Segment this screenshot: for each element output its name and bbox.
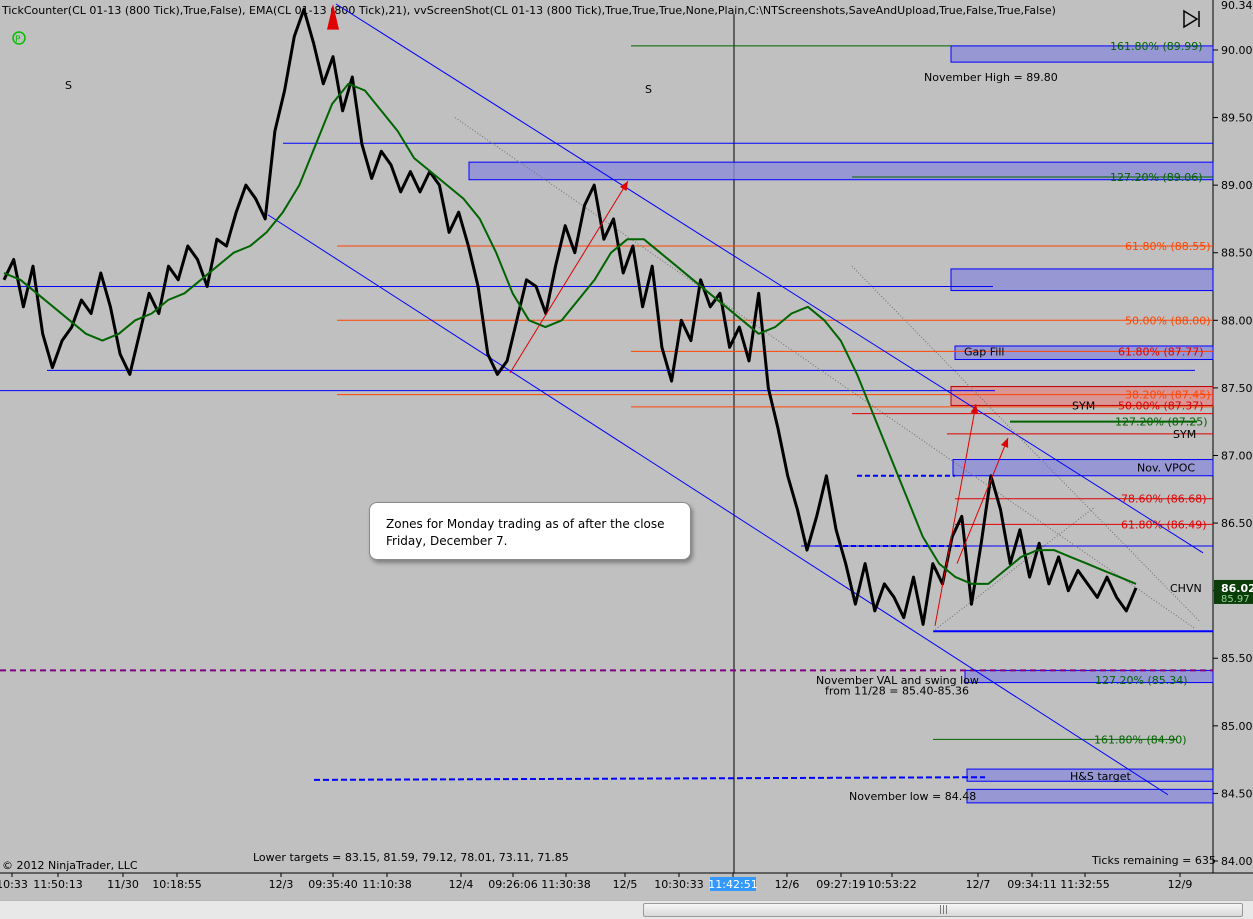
y-tick-label: 88.00 xyxy=(1221,314,1253,327)
x-tick-label: 09:27:19 xyxy=(816,878,865,891)
copyright-text: © 2012 NinjaTrader, LLC xyxy=(2,859,138,872)
x-tick-label: 09:26:06 xyxy=(488,878,537,891)
x-tick-label: 09:35:40 xyxy=(308,878,357,891)
x-tick-label: 10:30:33 xyxy=(654,878,703,891)
x-tick-label: 12/5 xyxy=(613,878,638,891)
fib-label: 61.80% (86.49) xyxy=(1121,518,1207,531)
current-price-alt-label: 85.97 xyxy=(1221,594,1250,605)
x-tick-label: 12/4 xyxy=(449,878,474,891)
x-tick-label: 11:50:13 xyxy=(33,878,82,891)
fib-label: 61.80% (87.77) xyxy=(1118,345,1204,358)
sym-label: SYM xyxy=(1173,428,1196,441)
y-tick-label: 89.00 xyxy=(1221,179,1253,192)
hs-target-label: H&S target xyxy=(1070,770,1131,783)
fib-label: 61.80% (88.55) xyxy=(1125,240,1211,253)
y-tick-label: 88.50 xyxy=(1221,247,1253,260)
y-tick-label: 84.50 xyxy=(1221,787,1253,800)
annotation-s-2: S xyxy=(645,83,652,96)
scrollbar-grip-icon: ||| xyxy=(939,905,949,915)
vpoc-label: Nov. VPOC xyxy=(1137,462,1195,475)
x-tick-label: 12/9 xyxy=(1168,878,1193,891)
x-tick-label: 09:34:11 xyxy=(1007,878,1056,891)
y-tick-label: 87.50 xyxy=(1221,382,1253,395)
scrollbar-thumb[interactable]: ||| xyxy=(643,903,1243,917)
fib-label: 127.20% (89.06) xyxy=(1110,171,1203,184)
fib-label: 127.20% (87.25) xyxy=(1115,416,1208,429)
x-tick-label: 11:32:55 xyxy=(1060,878,1109,891)
status-indicator-letter: P xyxy=(15,35,21,45)
y-tick-label: 90.00 xyxy=(1221,44,1253,57)
y-tick-label: 89.50 xyxy=(1221,112,1253,125)
zone-rect xyxy=(950,268,1214,292)
x-tick-label: 10:33 xyxy=(0,878,28,891)
fib-label: 50.00% (87.37) xyxy=(1118,399,1204,412)
horizontal-scrollbar[interactable]: ||| xyxy=(0,900,1253,919)
x-tick-label: 12/6 xyxy=(775,878,800,891)
fib-label: 161.80% (84.90) xyxy=(1094,733,1187,746)
ticks-remaining-text: Ticks remaining = 635 xyxy=(1091,854,1216,867)
fib-label: 127.20% (85.34) xyxy=(1095,674,1188,687)
y-tick-label: 86.50 xyxy=(1221,517,1253,530)
sym-label: SYM xyxy=(1072,399,1095,412)
x-tick-label: 10:18:55 xyxy=(152,878,201,891)
x-tick-label: 11/30 xyxy=(107,878,139,891)
x-tick-label: 11:42:51 xyxy=(708,878,757,891)
y-tick-label: 84.00 xyxy=(1221,855,1253,868)
gap-fill-label: Gap Fill xyxy=(964,345,1004,358)
y-top-label: 90.34 xyxy=(1221,0,1253,12)
lower-targets-text: Lower targets = 83.15, 81.59, 79.12, 78.… xyxy=(253,851,569,864)
x-tick-label: 12/3 xyxy=(269,878,294,891)
fib-label: 161.80% (89.99) xyxy=(1110,40,1203,53)
note-callout: Zones for Monday trading as of after the… xyxy=(369,502,691,560)
price-chart: TickCounter(CL 01-13 (800 Tick),True,Fal… xyxy=(0,0,1253,900)
x-tick-label: 11:10:38 xyxy=(362,878,411,891)
note-text: Zones for Monday trading as of after the… xyxy=(386,517,665,548)
val-label: from 11/28 = 85.40-85.36 xyxy=(825,685,969,698)
x-tick-label: 10:53:22 xyxy=(867,878,916,891)
x-tick-label: 11:30:38 xyxy=(541,878,590,891)
zone-rect xyxy=(966,788,1214,804)
plot-area xyxy=(0,0,1213,873)
chvn-label: CHVN xyxy=(1170,582,1202,595)
fib-label: 78.60% (86.68) xyxy=(1121,493,1207,506)
y-tick-label: 87.00 xyxy=(1221,449,1253,462)
y-tick-label: 85.50 xyxy=(1221,652,1253,665)
november-low-label: November low = 84.48 xyxy=(849,790,976,803)
november-high-label: November High = 89.80 xyxy=(924,71,1058,84)
indicator-header: TickCounter(CL 01-13 (800 Tick),True,Fal… xyxy=(1,4,1056,17)
fib-label: 50.00% (88.00) xyxy=(1125,314,1211,327)
x-tick-label: 12/7 xyxy=(966,878,991,891)
annotation-s-1: S xyxy=(65,79,72,92)
play-icon[interactable] xyxy=(1180,8,1202,30)
y-tick-label: 85.00 xyxy=(1221,720,1253,733)
